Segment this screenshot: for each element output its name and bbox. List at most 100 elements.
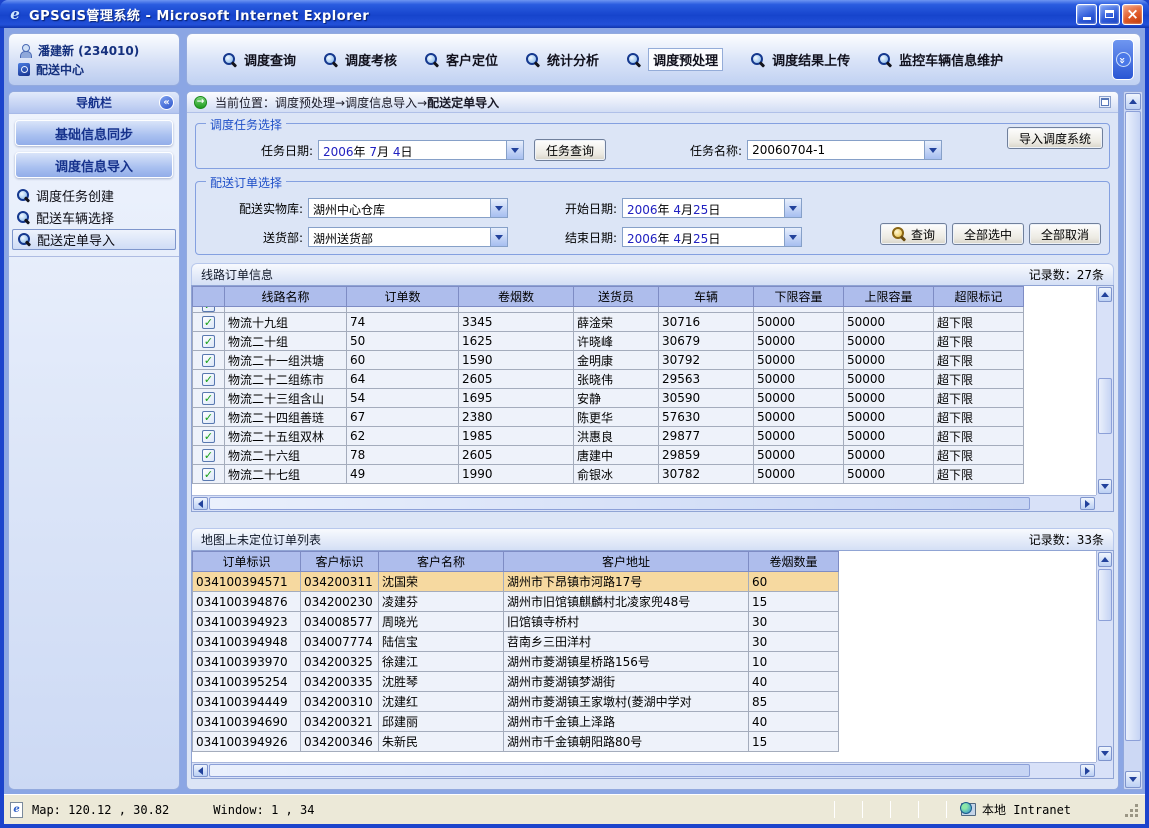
dropdown-arrow-icon[interactable]	[506, 141, 523, 159]
scroll-right-button[interactable]	[1080, 497, 1095, 510]
vertical-scrollbar[interactable]	[1096, 551, 1113, 762]
column-header[interactable]: 线路名称	[225, 287, 347, 307]
end-date-select[interactable]: 2006年 4月25日	[622, 227, 802, 247]
toolbar-more-button[interactable]	[1112, 39, 1134, 80]
table-row[interactable]: 034100394948034007774陆信宝苕南乡三田洋村30	[193, 632, 839, 652]
table-row[interactable]: 034100394571034200311沈国荣湖州市下昂镇市河路17号60	[193, 572, 839, 592]
column-header[interactable]: 上限容量	[844, 287, 934, 307]
maximize-button[interactable]	[1099, 4, 1120, 25]
scrollbar-thumb[interactable]	[1098, 378, 1112, 434]
table-row[interactable]: 034100395254034200335沈胜琴湖州市菱湖镇梦湖街40	[193, 672, 839, 692]
toolbar-item-dispatch-result-upload[interactable]: 调度结果上传	[751, 50, 850, 69]
dropdown-arrow-icon[interactable]	[490, 228, 507, 246]
scrollbar-thumb[interactable]	[209, 764, 1030, 777]
column-header[interactable]: 卷烟数	[459, 287, 574, 307]
scroll-left-button[interactable]	[193, 497, 208, 510]
column-header[interactable]: 客户标识	[301, 552, 379, 572]
sidebar-item-vehicle-select[interactable]: 配送车辆选择	[9, 207, 179, 228]
row-checkbox[interactable]	[202, 468, 215, 481]
dropdown-arrow-icon[interactable]	[490, 199, 507, 217]
dropdown-arrow-icon[interactable]	[924, 141, 941, 159]
toolbar-item-vehicle-info-maintain[interactable]: 监控车辆信息维护	[878, 50, 1003, 69]
table-row[interactable]: 034100394926034200346朱新民湖州市千金镇朝阳路80号15	[193, 732, 839, 752]
toolbar-item-dispatch-assess[interactable]: 调度考核	[324, 50, 397, 69]
sidebar-item-task-create[interactable]: 调度任务创建	[9, 185, 179, 206]
toolbar-item-customer-locate[interactable]: 客户定位	[425, 50, 498, 69]
scroll-left-button[interactable]	[193, 764, 208, 777]
scroll-up-button[interactable]	[1098, 552, 1112, 567]
table-row[interactable]: 物流二十组501625许晓峰306795000050000超下限	[193, 332, 1024, 351]
column-header[interactable]: 卷烟数量	[749, 552, 839, 572]
panel-restore-icon[interactable]	[1099, 96, 1111, 108]
sidebar-item-order-import[interactable]: 配送定单导入	[12, 229, 176, 250]
row-checkbox[interactable]	[202, 449, 215, 462]
toolbar-item-stats-analysis[interactable]: 统计分析	[526, 50, 599, 69]
start-date-select[interactable]: 2006年 4月25日	[622, 198, 802, 218]
table-row[interactable]: 物流二十七组491990俞银冰307825000050000超下限	[193, 465, 1024, 484]
search-button[interactable]: 查询	[880, 223, 947, 245]
table-row[interactable]: 034100394690034200321邱建丽湖州市千金镇上泽路40	[193, 712, 839, 732]
import-to-dispatch-button[interactable]: 导入调度系统	[1007, 127, 1103, 149]
table-row[interactable]: 物流二十四组善琏672380陈更华576305000050000超下限	[193, 408, 1024, 427]
scrollbar-thumb[interactable]	[1125, 111, 1141, 741]
row-checkbox[interactable]	[202, 316, 215, 329]
row-checkbox[interactable]	[202, 430, 215, 443]
scroll-down-button[interactable]	[1098, 479, 1112, 494]
resize-grip[interactable]	[1123, 802, 1139, 818]
column-header[interactable]: 下限容量	[754, 287, 844, 307]
scroll-up-button[interactable]	[1098, 287, 1112, 302]
table-row[interactable]: 034100394449034200310沈建红湖州市菱湖镇王家墩村(菱湖中学对…	[193, 692, 839, 712]
table-row[interactable]: 物流二十五组双林621985洪惠良298775000050000超下限	[193, 427, 1024, 446]
table-row[interactable]: 物流二十一组洪塘601590金明康307925000050000超下限	[193, 351, 1024, 370]
column-header[interactable]: 送货员	[574, 287, 659, 307]
column-header[interactable]: 订单数	[347, 287, 459, 307]
scroll-right-button[interactable]	[1080, 764, 1095, 777]
table-row[interactable]: 物流二十六组782605唐建中298595000050000超下限	[193, 446, 1024, 465]
table-row[interactable]: 034100393970034200325徐建江湖州市菱湖镇星桥路156号10	[193, 652, 839, 672]
toolbar-item-dispatch-preprocess[interactable]: 调度预处理	[627, 48, 723, 71]
column-header[interactable]: 车辆	[659, 287, 754, 307]
scrollbar-thumb[interactable]	[1098, 569, 1112, 621]
row-checkbox[interactable]	[202, 307, 215, 312]
task-query-button[interactable]: 任务查询	[534, 139, 606, 161]
minimize-button[interactable]	[1076, 4, 1097, 25]
select-all-button[interactable]: 全部选中	[952, 223, 1024, 245]
sidebar-group-dispatch-info-import[interactable]: 调度信息导入	[15, 152, 173, 178]
scroll-up-button[interactable]	[1125, 93, 1141, 110]
row-checkbox[interactable]	[202, 373, 215, 386]
dropdown-arrow-icon[interactable]	[784, 199, 801, 217]
delivery-dept-select[interactable]: 湖州送货部	[308, 227, 508, 247]
table-row[interactable]: 物流十九组743345薛淦荣307165000050000超下限	[193, 313, 1024, 332]
task-date-label: 任务日期:	[196, 142, 318, 159]
scrollbar-thumb[interactable]	[209, 497, 1030, 510]
scroll-down-button[interactable]	[1098, 746, 1112, 761]
task-date-select[interactable]: 2006年 7月 4日	[318, 140, 524, 160]
sidebar-group-basic-info-sync[interactable]: 基础信息同步	[15, 120, 173, 146]
horizontal-scrollbar[interactable]	[192, 495, 1096, 511]
table-row[interactable]: 034100394876034200230凌建芬湖州市旧馆镇麒麟村北凌家兜48号…	[193, 592, 839, 612]
scroll-down-button[interactable]	[1125, 771, 1141, 788]
column-header[interactable]: 客户名称	[379, 552, 504, 572]
table-row[interactable]: 034100394923034008577周晓光旧馆镇寺桥村30	[193, 612, 839, 632]
row-checkbox[interactable]	[202, 411, 215, 424]
column-header[interactable]: 超限标记	[934, 287, 1024, 307]
row-checkbox[interactable]	[202, 354, 215, 367]
dropdown-arrow-icon[interactable]	[784, 228, 801, 246]
cell: 1985	[459, 427, 574, 446]
vertical-scrollbar[interactable]	[1096, 286, 1113, 495]
warehouse-select[interactable]: 湖州中心仓库	[308, 198, 508, 218]
close-button[interactable]	[1122, 4, 1143, 25]
cell: 湖州市千金镇上泽路	[504, 712, 749, 732]
task-name-select[interactable]: 20060704-1	[747, 140, 942, 160]
row-checkbox[interactable]	[202, 392, 215, 405]
deselect-all-button[interactable]: 全部取消	[1029, 223, 1101, 245]
table-row[interactable]: 物流二十三组含山541695安静305905000050000超下限	[193, 389, 1024, 408]
page-vertical-scrollbar[interactable]	[1123, 91, 1143, 790]
sidebar-collapse-button[interactable]	[159, 95, 174, 110]
row-checkbox[interactable]	[202, 335, 215, 348]
column-header[interactable]: 客户地址	[504, 552, 749, 572]
toolbar-item-dispatch-query[interactable]: 调度查询	[223, 50, 296, 69]
table-row[interactable]: 物流二十二组练市642605张晓伟295635000050000超下限	[193, 370, 1024, 389]
column-header[interactable]: 订单标识	[193, 552, 301, 572]
horizontal-scrollbar[interactable]	[192, 762, 1096, 778]
